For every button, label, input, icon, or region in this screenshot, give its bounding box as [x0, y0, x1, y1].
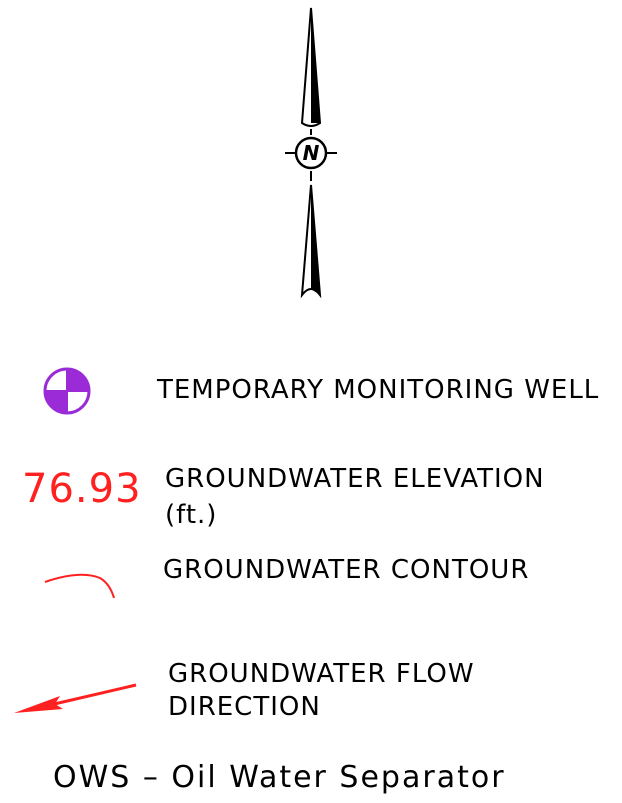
north-arrow-icon: N	[285, 7, 337, 299]
flow-arrow-icon	[14, 683, 137, 713]
contour-label: GROUNDWATER CONTOUR	[163, 555, 530, 585]
contour-line-icon	[44, 573, 115, 599]
abbreviation-ows: OWS – Oil Water Separator	[53, 760, 506, 795]
flow-label: GROUNDWATER FLOW	[168, 659, 475, 689]
elevation-value: 76.93	[22, 466, 142, 512]
elevation-label: GROUNDWATER ELEVATION	[165, 464, 545, 494]
monitoring-well-icon	[43, 367, 91, 415]
north-letter: N	[303, 141, 320, 165]
monitoring-well-label: TEMPORARY MONITORING WELL	[157, 375, 600, 405]
flow-direction-label: DIRECTION	[168, 692, 321, 722]
elevation-unit-label: (ft.)	[165, 500, 218, 530]
